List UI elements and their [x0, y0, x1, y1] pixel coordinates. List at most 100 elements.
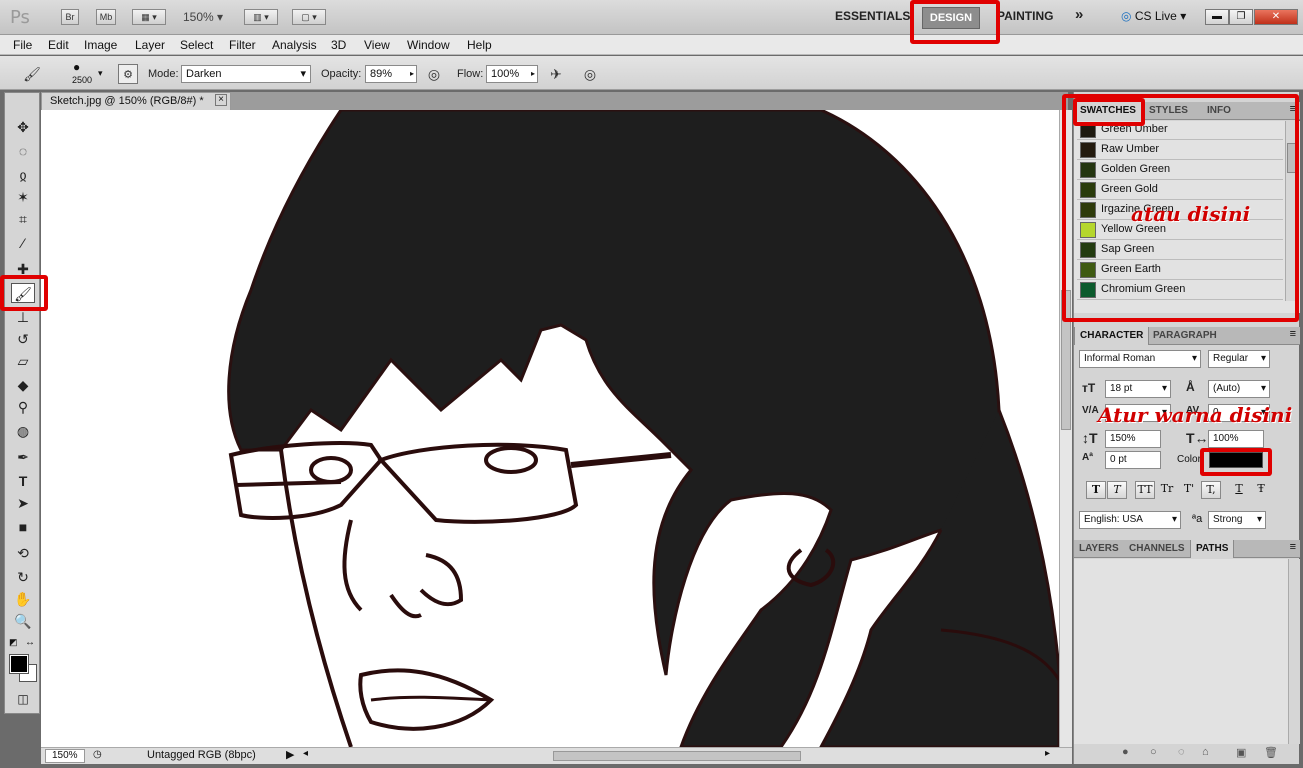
3d-rotate-tool-icon[interactable]: ⟲ [11, 543, 35, 563]
menu-filter[interactable]: Filter [229, 38, 256, 52]
close-document-icon[interactable]: × [215, 94, 227, 106]
menu-window[interactable]: Window [407, 38, 450, 52]
horizontal-scroll-thumb[interactable] [553, 751, 801, 761]
underline-button[interactable]: T [1229, 481, 1249, 499]
paint-bucket-tool-icon[interactable]: ◆ [11, 375, 35, 395]
more-workspaces-icon[interactable]: » [1075, 6, 1083, 23]
type-tool-icon[interactable]: T [11, 471, 35, 491]
3d-orbit-tool-icon[interactable]: ↻ [11, 567, 35, 587]
cs-live-menu[interactable]: ◎ CS Live ▾ [1121, 9, 1186, 23]
faux-italic-button[interactable]: T [1107, 481, 1127, 499]
superscript-button[interactable]: T' [1179, 481, 1199, 499]
tools-panel: ✥ ◌ ჲ ✶ ⌗ ⁄ ✚ 🖌 ⊥ ↺ ▱ ◆ ⚲ ◍ ✒ T ➤ ■ ⟲ ↻ … [4, 92, 40, 714]
antialias-value: Strong [1213, 514, 1243, 525]
status-info-icon[interactable]: ◷ [93, 749, 102, 760]
layers-panel-menu-icon[interactable]: ≡ [1290, 541, 1296, 553]
crop-tool-icon[interactable]: ⌗ [11, 209, 35, 229]
make-work-path-icon[interactable]: ⌂ [1202, 746, 1209, 758]
tab-paths[interactable]: PATHS [1190, 540, 1235, 558]
dodge-tool-icon[interactable]: ⚲ [11, 397, 35, 417]
font-style-select[interactable]: Regular ▾ [1208, 350, 1270, 368]
delete-path-icon[interactable]: 🗑 [1264, 746, 1278, 759]
brush-panel-toggle-icon[interactable]: ⚙ [118, 64, 138, 84]
view-extras-dropdown[interactable]: ▦ ▾ [132, 9, 166, 25]
subscript-button[interactable]: T, [1201, 481, 1221, 499]
eyedropper-tool-icon[interactable]: ⁄ [11, 233, 35, 253]
stroke-path-icon[interactable]: ○ [1150, 746, 1157, 758]
annotation-color-note: Atur warna disini [1098, 403, 1293, 427]
opacity-input[interactable]: 89% ▸ [365, 65, 417, 83]
fill-path-icon[interactable]: ● [1122, 746, 1129, 758]
scroll-right-icon[interactable]: ▸ [1045, 748, 1050, 759]
swap-colors-icon[interactable]: ↔ [25, 637, 35, 648]
tab-character[interactable]: CHARACTER [1074, 327, 1150, 345]
menu-analysis[interactable]: Analysis [272, 38, 317, 52]
menu-help[interactable]: Help [467, 38, 492, 52]
all-caps-button[interactable]: TT [1135, 481, 1155, 499]
status-zoom-field[interactable]: 150% [45, 749, 85, 763]
small-caps-button[interactable]: Tr [1157, 481, 1177, 499]
minimize-button[interactable]: ▬ [1205, 9, 1229, 25]
bridge-button[interactable]: Br [61, 9, 79, 25]
menu-image[interactable]: Image [84, 38, 117, 52]
pressure-opacity-icon[interactable]: ◎ [424, 64, 444, 84]
screen-mode-dropdown[interactable]: ▢ ▾ [292, 9, 326, 25]
status-menu-arrow[interactable]: ▶ [286, 748, 294, 761]
pen-tool-icon[interactable]: ✒ [11, 447, 35, 467]
eraser-tool-icon[interactable]: ▱ [11, 351, 35, 371]
hand-tool-icon[interactable]: ✋ [11, 589, 35, 609]
tab-layers[interactable]: LAYERS [1074, 540, 1124, 558]
paths-scrollbar[interactable] [1288, 559, 1300, 744]
zoom-tool-icon[interactable]: 🔍 [11, 611, 35, 631]
restore-button[interactable]: ❐ [1229, 9, 1253, 25]
pressure-size-icon[interactable]: ◎ [580, 64, 600, 84]
tab-channels[interactable]: CHANNELS [1124, 540, 1190, 558]
brush-preview-icon[interactable]: ● [73, 60, 80, 74]
move-tool-icon[interactable]: ✥ [11, 117, 35, 137]
antialias-select[interactable]: Strong ▾ [1208, 511, 1266, 529]
character-panel-menu-icon[interactable]: ≡ [1290, 328, 1296, 340]
tab-paragraph[interactable]: PARAGRAPH [1148, 327, 1222, 345]
zoom-level-dropdown[interactable]: 150% ▾ [183, 10, 223, 24]
menu-layer[interactable]: Layer [135, 38, 165, 52]
menu-3d[interactable]: 3D [331, 38, 346, 52]
default-colors-icon[interactable]: ◩ [9, 637, 18, 648]
arrange-documents-dropdown[interactable]: ▥ ▾ [244, 9, 278, 25]
menu-view[interactable]: View [364, 38, 390, 52]
strikethrough-button[interactable]: Ŧ [1251, 481, 1271, 499]
language-select[interactable]: English: USA ▾ [1079, 511, 1181, 529]
quick-selection-tool-icon[interactable]: ✶ [11, 187, 35, 207]
font-family-select[interactable]: Informal Roman ▾ [1079, 350, 1201, 368]
document-tab[interactable]: Sketch.jpg @ 150% (RGB/8#) * × [41, 92, 231, 110]
lasso-tool-icon[interactable]: ჲ [11, 165, 35, 185]
scroll-left-icon[interactable]: ◂ [303, 748, 308, 759]
menu-select[interactable]: Select [180, 38, 213, 52]
workspace-painting[interactable]: PAINTING [997, 9, 1053, 23]
flow-input[interactable]: 100% ▸ [486, 65, 538, 83]
brush-picker-dropdown[interactable]: ▾ [98, 68, 103, 79]
close-window-button[interactable]: ✕ [1254, 9, 1298, 25]
faux-bold-button[interactable]: T [1086, 481, 1106, 499]
history-brush-tool-icon[interactable]: ↺ [11, 329, 35, 349]
workspace-essentials[interactable]: ESSENTIALS [835, 9, 910, 23]
marquee-tool-icon[interactable]: ◌ [11, 141, 35, 161]
quick-mask-icon[interactable]: ◫ [11, 689, 35, 709]
sponge-tool-icon[interactable]: ◍ [11, 421, 35, 441]
brush-tool-preset-icon[interactable]: 🖌 [22, 64, 42, 84]
new-path-icon[interactable]: ▣ [1236, 746, 1246, 759]
blend-mode-select[interactable]: Darken ▾ [181, 65, 311, 83]
document-canvas[interactable] [41, 110, 1059, 747]
menu-file[interactable]: File [13, 38, 32, 52]
rectangle-tool-icon[interactable]: ■ [11, 517, 35, 537]
airbrush-icon[interactable]: ✈ [546, 64, 566, 84]
font-size-input[interactable]: 18 pt ▾ [1105, 380, 1171, 398]
leading-input[interactable]: (Auto) ▾ [1208, 380, 1270, 398]
path-selection-tool-icon[interactable]: ➤ [11, 493, 35, 513]
horizontal-scale-input[interactable]: 100% [1208, 430, 1264, 448]
baseline-shift-input[interactable]: 0 pt [1105, 451, 1161, 469]
vertical-scale-input[interactable]: 150% [1105, 430, 1161, 448]
minibridge-button[interactable]: Mb [96, 9, 116, 25]
load-selection-icon[interactable]: ◌ [1178, 746, 1185, 758]
menu-edit[interactable]: Edit [48, 38, 69, 52]
foreground-color-swatch[interactable] [9, 654, 29, 674]
